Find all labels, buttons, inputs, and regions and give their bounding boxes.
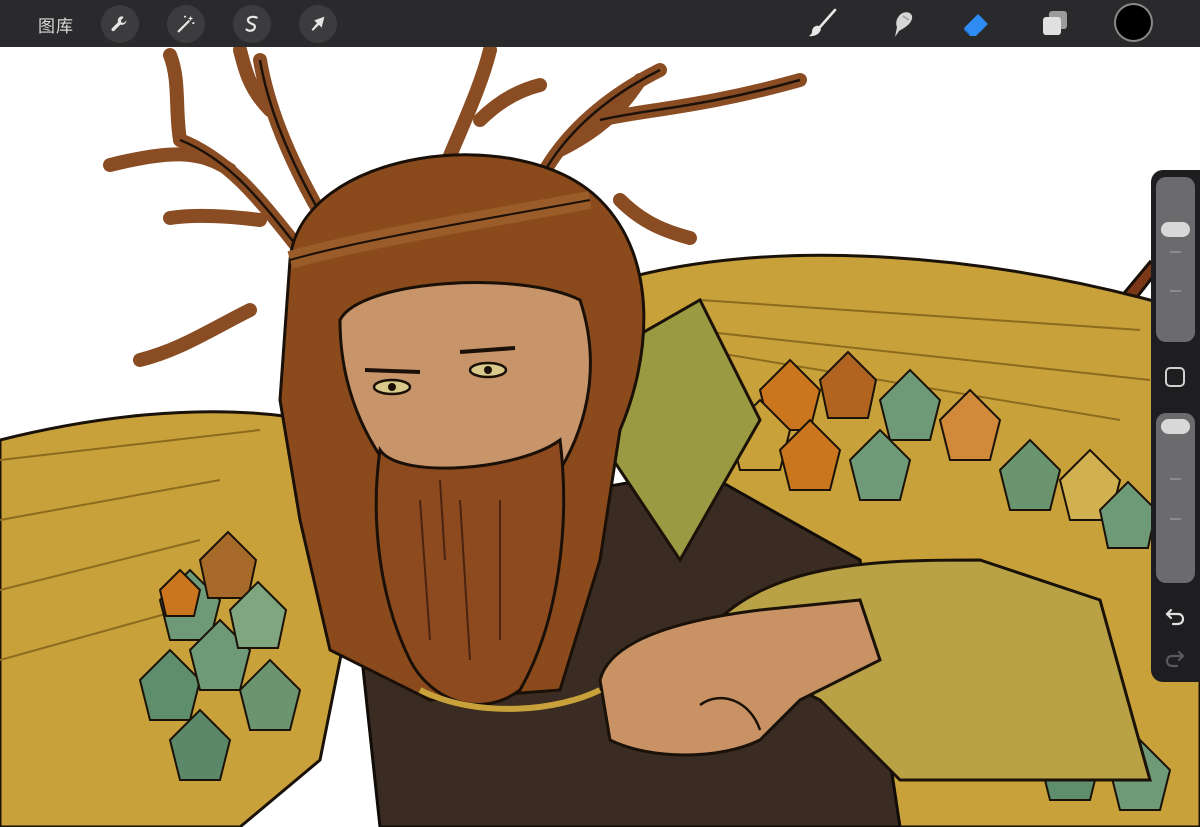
square-modify-icon[interactable]: [1165, 367, 1185, 387]
canvas-artwork: [0, 47, 1200, 827]
arrow-cursor-icon: [311, 16, 325, 31]
smudge-tool[interactable]: [884, 6, 918, 40]
transform-button[interactable]: [299, 5, 337, 43]
eraser-tool[interactable]: [960, 6, 994, 40]
layers-button[interactable]: [1038, 6, 1072, 40]
undo-icon: [1165, 608, 1185, 626]
adjustments-button[interactable]: [167, 5, 205, 43]
slider-tick: [1170, 518, 1181, 520]
slider-tick: [1170, 478, 1181, 480]
layers-icon: [1043, 11, 1067, 35]
selection-button[interactable]: [233, 5, 271, 43]
drawing-canvas[interactable]: [0, 47, 1200, 827]
gallery-button[interactable]: 图库: [38, 12, 74, 37]
eraser-icon: [964, 14, 988, 36]
brush-size-knob[interactable]: [1161, 222, 1190, 237]
brush-icon: [809, 8, 837, 37]
actions-button[interactable]: [101, 5, 139, 43]
opacity-slider[interactable]: [1156, 413, 1195, 583]
brush-tool[interactable]: [806, 6, 840, 40]
top-toolbar: 图库: [0, 0, 1200, 47]
opacity-knob[interactable]: [1161, 419, 1190, 434]
magic-wand-icon: [177, 15, 195, 33]
smudge-finger-icon: [895, 12, 913, 37]
undo-button[interactable]: [1161, 605, 1189, 629]
redo-icon: [1165, 650, 1185, 668]
slider-tick: [1170, 290, 1181, 292]
selection-s-icon: [245, 15, 258, 32]
side-panel: [1151, 170, 1200, 682]
brush-size-slider[interactable]: [1156, 177, 1195, 342]
redo-button[interactable]: [1161, 647, 1189, 671]
slider-tick: [1170, 251, 1181, 253]
wrench-icon: [111, 16, 127, 32]
color-swatch[interactable]: [1116, 5, 1151, 40]
